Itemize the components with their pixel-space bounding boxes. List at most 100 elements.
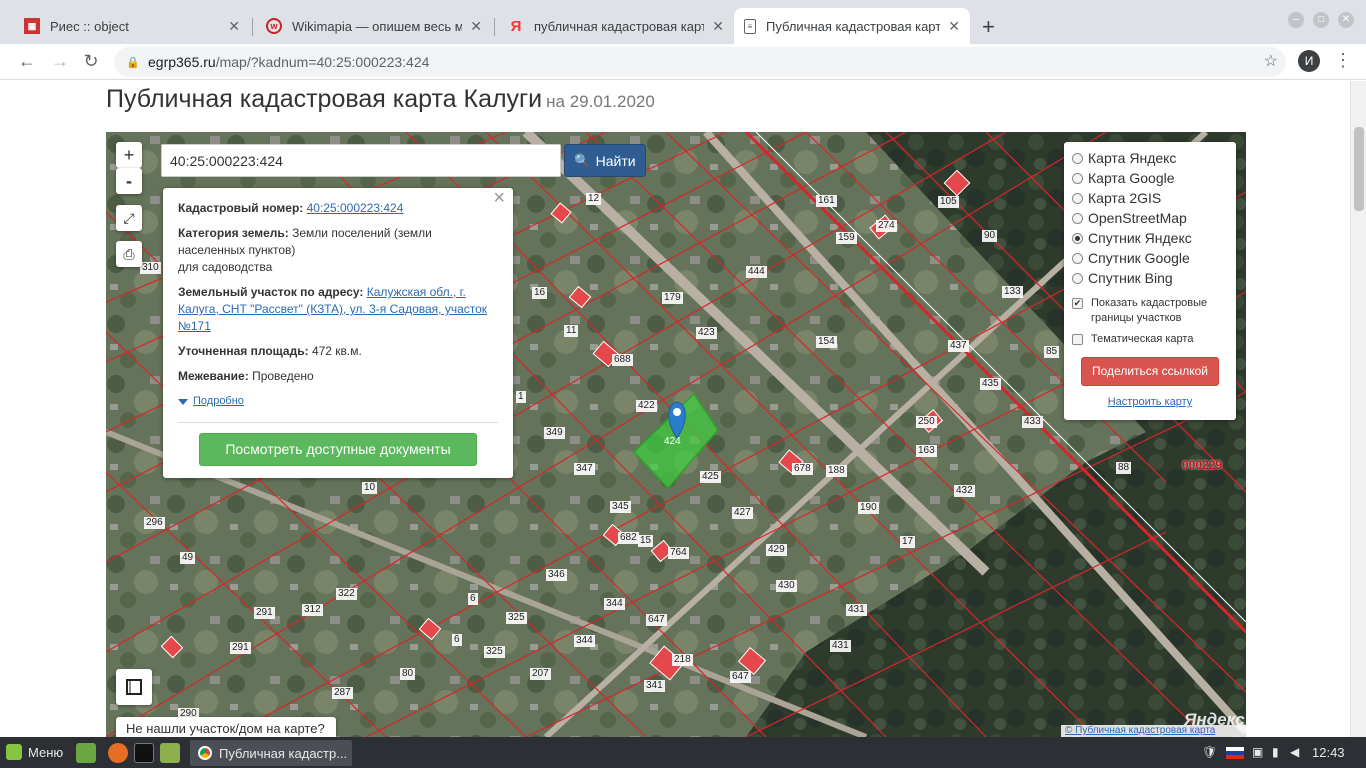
parcel-number-label[interactable]: 433 [1022, 416, 1043, 428]
parcel-number-label[interactable]: 161 [816, 195, 837, 207]
parcel-number-label[interactable]: 431 [830, 640, 851, 652]
parcel-number-label[interactable]: 682 [618, 532, 639, 544]
profile-avatar[interactable]: И [1298, 50, 1320, 72]
scrollbar-thumb[interactable] [1354, 127, 1364, 211]
show-desktop-icon[interactable] [76, 743, 96, 763]
parcel-number-label[interactable]: 437 [948, 340, 969, 352]
configure-map-link[interactable]: Настроить карту [1072, 396, 1228, 408]
parcel-number-label[interactable]: 678 [792, 463, 813, 475]
parcel-number-label[interactable]: 80 [400, 668, 416, 680]
layer-option[interactable]: Карта Google [1072, 168, 1228, 188]
close-tab-icon[interactable]: ✕ [228, 18, 240, 35]
new-tab-plus-icon[interactable]: + [982, 14, 995, 40]
close-tab-icon[interactable]: ✕ [712, 18, 724, 35]
radio-unselected[interactable] [1072, 252, 1083, 264]
browser-menu-icon[interactable]: ⋮ [1334, 50, 1352, 71]
parcel-number-label[interactable]: 444 [746, 266, 767, 278]
minimize-window-icon[interactable]: – [1288, 12, 1304, 28]
radio-unselected[interactable] [1072, 272, 1083, 284]
tab-ries[interactable]: ▦ Риес :: object ✕ [14, 8, 250, 44]
show-borders-checkbox[interactable]: ✔ Показать кадастровые границы участков [1072, 296, 1228, 326]
clock[interactable]: 12:43 [1312, 745, 1345, 760]
parcel-number-label[interactable]: 105 [938, 196, 959, 208]
parcel-number-label[interactable]: 344 [604, 598, 625, 610]
parcel-number-label[interactable]: 190 [858, 502, 879, 514]
parcel-number-label[interactable]: 6 [468, 593, 478, 605]
details-link[interactable]: Подробно [193, 393, 244, 410]
parcel-number-label[interactable]: 291 [230, 642, 251, 654]
parcel-number-label[interactable]: 11 [564, 325, 579, 337]
parcel-number-label[interactable]: 1 [516, 391, 526, 403]
parcel-number-label[interactable]: 188 [826, 465, 847, 477]
parcel-number-label[interactable]: 207 [530, 668, 551, 680]
parcel-number-label[interactable]: 432 [954, 485, 975, 497]
fullscreen-icon[interactable]: ⤢ [116, 205, 142, 231]
parcel-number-label[interactable]: 764 [668, 547, 689, 559]
layer-option[interactable]: Спутник Bing [1072, 268, 1228, 288]
back-arrow-icon[interactable]: ← [16, 51, 38, 72]
parcel-number-label[interactable]: 287 [332, 687, 353, 699]
layer-option[interactable]: Карта Яндекс [1072, 148, 1228, 168]
parcel-number-label[interactable]: 423 [696, 327, 717, 339]
close-popup-icon[interactable]: × [493, 188, 505, 208]
zoom-out-button[interactable]: - [116, 168, 142, 194]
parcel-number-label[interactable]: 6 [452, 634, 462, 646]
parcel-number-label[interactable]: 431 [846, 604, 867, 616]
zoom-in-button[interactable]: + [116, 142, 142, 168]
layer-option[interactable]: Карта 2GIS [1072, 188, 1228, 208]
parcel-number-label[interactable]: 16 [532, 287, 548, 299]
radio-unselected[interactable] [1072, 192, 1083, 204]
parcel-number-label[interactable]: 17 [900, 536, 916, 548]
parcel-number-label[interactable]: 291 [254, 607, 275, 619]
copyright-link[interactable]: © Публичная кадастровая карта [1065, 725, 1215, 736]
checkbox-unchecked[interactable] [1072, 334, 1083, 345]
network-icon[interactable]: ▣ [1252, 745, 1263, 759]
tab-wikimapia[interactable]: w Wikimapia — опишем весь ми ✕ [256, 8, 492, 44]
tab-yandex-search[interactable]: Я публичная кадастровая карт ✕ [498, 8, 734, 44]
radio-selected[interactable] [1072, 232, 1083, 244]
parcel-number-label[interactable]: 647 [646, 614, 667, 626]
parcel-number-label[interactable]: 12 [586, 193, 602, 205]
parcel-number-label[interactable]: 250 [916, 416, 937, 428]
parcel-number-label[interactable]: 435 [980, 378, 1001, 390]
parcel-number-label[interactable]: 427 [732, 507, 753, 519]
parcel-number-label[interactable]: 163 [916, 445, 937, 457]
taskbar-window-chrome[interactable]: Публичная кадастр... [190, 740, 352, 766]
parcel-number-label[interactable]: 154 [816, 336, 837, 348]
view-documents-button[interactable]: Посмотреть доступные документы [199, 433, 477, 466]
parcel-number-label[interactable]: 647 [730, 671, 751, 683]
radio-unselected[interactable] [1072, 212, 1083, 224]
parcel-number-label[interactable]: 10 [362, 482, 378, 494]
files-icon[interactable] [160, 743, 180, 763]
parcel-number-label[interactable]: 90 [982, 230, 998, 242]
parcel-number-label[interactable]: 341 [644, 680, 665, 692]
shield-icon[interactable]: 🛡 [1202, 745, 1217, 759]
cadastral-search-input[interactable] [161, 144, 561, 177]
close-window-icon[interactable]: ✕ [1338, 12, 1354, 28]
parcel-number-label[interactable]: 345 [610, 501, 631, 513]
address-bar[interactable]: 🔒 egrp365.ru/map/?kadnum=40:25:000223:42… [114, 47, 1286, 77]
radio-unselected[interactable] [1072, 172, 1083, 184]
page-scrollbar[interactable] [1350, 81, 1366, 737]
parcel-number-label[interactable]: 344 [574, 635, 595, 647]
details-toggle[interactable]: Подробно [178, 393, 498, 410]
cadastral-number-link[interactable]: 40:25:000223:424 [307, 201, 404, 215]
parcel-number-label[interactable]: 218 [672, 654, 693, 666]
parcel-number-label[interactable]: 425 [700, 471, 721, 483]
share-link-button[interactable]: Поделиться ссылкой [1081, 357, 1219, 386]
parcel-number-label[interactable]: 347 [574, 463, 595, 475]
checkbox-checked[interactable]: ✔ [1072, 298, 1083, 309]
volume-icon[interactable]: ◀ [1290, 745, 1299, 759]
parcel-number-label[interactable]: 85 [1044, 346, 1060, 358]
parcel-number-label[interactable]: 296 [144, 517, 165, 529]
parcel-number-label[interactable]: 688 [612, 354, 633, 366]
reload-icon[interactable]: ↻ [80, 51, 102, 72]
parcel-number-label[interactable]: 325 [484, 646, 505, 658]
parcel-number-label[interactable]: 325 [506, 612, 527, 624]
parcel-number-label[interactable]: 159 [836, 232, 857, 244]
parcel-number-label[interactable]: 88 [1116, 462, 1132, 474]
parcel-number-label[interactable]: 15 [638, 535, 654, 547]
cadastral-map[interactable]: 12 161 105 90 159 274 310 16 179 444 133 11 423 154 43… [106, 132, 1246, 737]
parcel-number-label[interactable]: 274 [876, 220, 897, 232]
parcel-number-label[interactable]: 312 [302, 604, 323, 616]
